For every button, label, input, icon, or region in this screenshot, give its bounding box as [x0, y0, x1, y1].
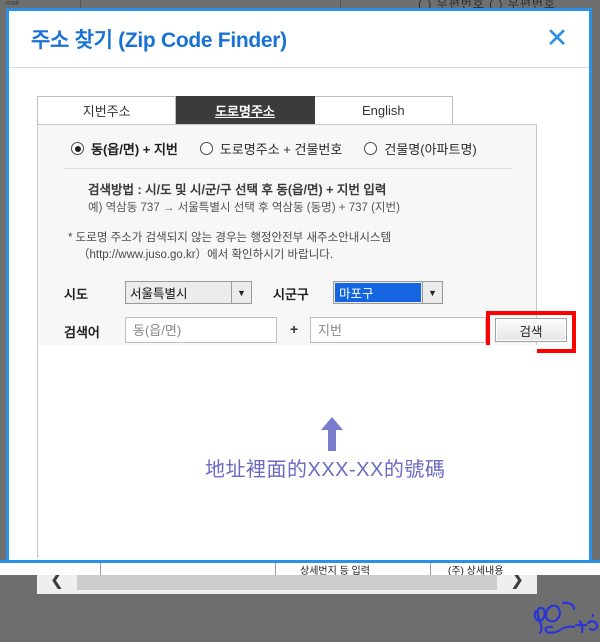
search-button[interactable]: 검색	[495, 318, 567, 342]
background-bottom-text-2: (주) 상세내용	[448, 566, 504, 575]
plus-separator: +	[290, 321, 299, 337]
sido-select-value: 서울특별시	[130, 287, 188, 301]
page-background-bottom: 상세번지 등 입력 (주) 상세내용	[0, 560, 600, 575]
keyword-search-row: 검색어 + 검색	[38, 311, 576, 353]
address-type-tabs: 지번주소 도로명주소 English	[37, 96, 453, 125]
sigungu-label: 시군구	[273, 287, 309, 302]
signature-watermark	[530, 599, 600, 637]
radio-building-name[interactable]: 건물명(아파트명)	[364, 139, 477, 158]
keyword-label: 검색어	[64, 325, 100, 340]
dialog-content: 지번주소 도로명주소 English 동(읍/면) + 지번 도로명주소 + 건…	[9, 68, 599, 635]
close-icon[interactable]: ✕	[541, 23, 573, 55]
radio-dong-jibun-label: 동(읍/면) + 지번	[91, 142, 178, 157]
radio-unselected-icon	[364, 142, 378, 155]
tab-road-name-address[interactable]: 도로명주소	[176, 96, 315, 125]
radio-unselected-icon	[199, 142, 213, 155]
chevron-down-icon: ▼	[231, 282, 251, 303]
radio-road-building-label: 도로명주소 + 건물번호	[219, 142, 343, 157]
howto-text: 검색방법 : 시/도 및 시/군/구 선택 후 동(읍/면) + 지번 입력	[88, 183, 387, 197]
sido-select[interactable]: 서울특별시 ▼	[125, 281, 252, 304]
search-form-panel: 동(읍/면) + 지번 도로명주소 + 건물번호 건물명(아파트명) 검색방법 …	[37, 124, 576, 557]
dialog-titlebar: 주소 찾기 (Zip Code Finder) ✕	[9, 11, 589, 68]
sido-label: 시도	[64, 287, 88, 302]
note-line-1: * 도로명 주소가 검색되지 않는 경우는 행정안전부 새주소안내시스템	[68, 232, 392, 244]
chevron-down-icon: ▼	[422, 282, 442, 303]
radio-building-name-label: 건물명(아파트명)	[384, 142, 477, 157]
annotation-arrow-icon	[319, 417, 345, 456]
background-tiny-label: mail	[6, 0, 19, 7]
jibun-input[interactable]	[310, 317, 486, 343]
section-divider	[64, 168, 512, 169]
radio-dong-jibun[interactable]: 동(읍/면) + 지번	[71, 139, 178, 158]
results-area	[39, 345, 537, 557]
dong-input[interactable]	[125, 317, 277, 343]
zip-code-finder-dialog: 주소 찾기 (Zip Code Finder) ✕ 지번주소 도로명주소 Eng…	[6, 8, 599, 635]
tab-jibun-address[interactable]: 지번주소	[37, 96, 177, 125]
background-bottom-text-1: 상세번지 등 입력	[300, 566, 370, 575]
sigungu-select[interactable]: 마포구 ▼	[333, 281, 443, 304]
dialog-title: 주소 찾기 (Zip Code Finder)	[31, 29, 287, 52]
search-type-radio-group: 동(읍/면) + 지번 도로명주소 + 건물번호 건물명(아파트명)	[38, 139, 536, 158]
radio-selected-icon	[71, 142, 84, 155]
annotation-text: 地址裡面的XXX-XX的號碼	[205, 459, 446, 481]
radio-road-building[interactable]: 도로명주소 + 건물번호	[199, 139, 343, 158]
sigungu-select-value: 마포구	[335, 283, 421, 302]
region-select-row: 시도 서울특별시 ▼ 시군구 마포구 ▼	[38, 281, 536, 305]
example-text: 예) 역삼동 737 → 서울특별시 선택 후 역삼동 (동명) + 737 (…	[88, 202, 400, 214]
note-line-2: （http://www.juso.go.kr）에서 확인하시기 바랍니다.	[78, 249, 334, 261]
tab-english[interactable]: English	[314, 96, 453, 125]
